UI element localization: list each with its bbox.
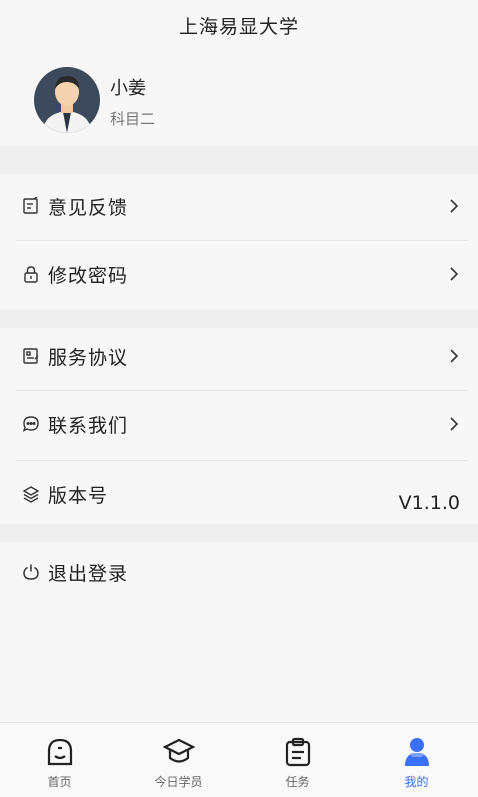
logout-label: 退出登录 <box>48 562 129 585</box>
chevron-right-icon <box>444 346 464 366</box>
chat-bubble-icon <box>20 413 42 435</box>
chevron-right-icon <box>444 264 464 284</box>
change-password-row[interactable]: 修改密码 <box>16 242 468 306</box>
tab-mine-label: 我的 <box>404 775 429 789</box>
user-subject: 科目二 <box>110 110 156 128</box>
feedback-row[interactable]: 意见反馈 <box>16 174 468 238</box>
profile-card[interactable]: 小姜 科目二 <box>0 50 478 146</box>
power-icon <box>20 561 42 583</box>
chevron-right-icon <box>444 196 464 216</box>
tab-home-label: 首页 <box>47 775 72 789</box>
bottom-tab-bar: 首页 今日学员 任务 我的 <box>0 722 478 797</box>
tab-tasks[interactable]: 任务 <box>238 723 357 797</box>
chevron-right-icon <box>444 414 464 434</box>
service-agreement-label: 服务协议 <box>48 346 129 369</box>
home-face-icon <box>43 735 77 769</box>
user-name: 小姜 <box>110 78 146 99</box>
service-agreement-row[interactable]: 服务协议 <box>16 324 468 388</box>
document-icon <box>20 345 42 367</box>
section-gap <box>0 146 478 174</box>
page-title: 上海易显大学 <box>178 15 299 38</box>
tab-home[interactable]: 首页 <box>0 723 119 797</box>
avatar[interactable] <box>34 67 100 133</box>
tab-mine[interactable]: 我的 <box>357 723 476 797</box>
logout-row[interactable]: 退出登录 <box>16 540 468 604</box>
version-value: V1.1.0 <box>398 492 460 514</box>
edit-note-icon <box>20 195 42 217</box>
tab-tasks-label: 任务 <box>285 775 310 789</box>
feedback-label: 意见反馈 <box>48 196 129 219</box>
divider <box>16 240 468 241</box>
lock-icon <box>20 263 42 285</box>
contact-us-label: 联系我们 <box>48 414 129 437</box>
change-password-label: 修改密码 <box>48 264 129 287</box>
clipboard-icon <box>281 735 315 769</box>
user-icon <box>400 735 434 769</box>
graduation-cap-icon <box>162 735 196 769</box>
divider <box>16 390 468 391</box>
layers-icon <box>20 483 42 505</box>
divider <box>16 460 468 461</box>
tab-today-students-label: 今日学员 <box>154 775 203 789</box>
version-label: 版本号 <box>48 484 109 507</box>
contact-us-row[interactable]: 联系我们 <box>16 392 468 456</box>
tab-today-students[interactable]: 今日学员 <box>119 723 238 797</box>
version-row: 版本号 V1.1.0 <box>16 462 468 526</box>
